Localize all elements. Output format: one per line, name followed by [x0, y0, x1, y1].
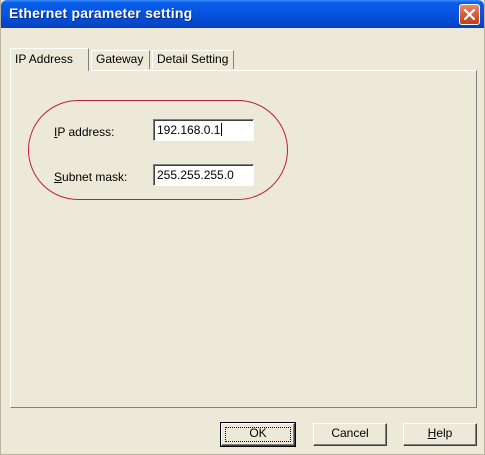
ok-button[interactable]: OK: [220, 422, 296, 447]
tab-label: IP Address: [15, 52, 73, 66]
ip-address-input[interactable]: 192.168.0.1: [153, 119, 254, 141]
subnet-mask-label: Subnet mask:: [54, 170, 128, 184]
close-button[interactable]: [459, 4, 480, 25]
ip-address-label: IP address:: [54, 125, 115, 139]
cancel-button[interactable]: Cancel: [313, 423, 387, 446]
tab-label: Detail Setting: [157, 52, 229, 66]
dialog-window: Ethernet parameter setting IP Address Ga…: [0, 0, 485, 455]
window-title: Ethernet parameter setting: [9, 5, 193, 21]
text-caret: [221, 123, 223, 136]
title-bar[interactable]: Ethernet parameter setting: [1, 0, 484, 28]
tab-gateway[interactable]: Gateway: [91, 50, 150, 69]
tab-ip-address[interactable]: IP Address: [10, 48, 89, 71]
help-button[interactable]: Help: [403, 423, 477, 446]
close-icon: [464, 9, 475, 20]
tab-detail-setting[interactable]: Detail Setting: [152, 50, 234, 69]
tab-label: Gateway: [96, 52, 144, 66]
subnet-mask-input[interactable]: 255.255.255.0: [153, 164, 254, 186]
